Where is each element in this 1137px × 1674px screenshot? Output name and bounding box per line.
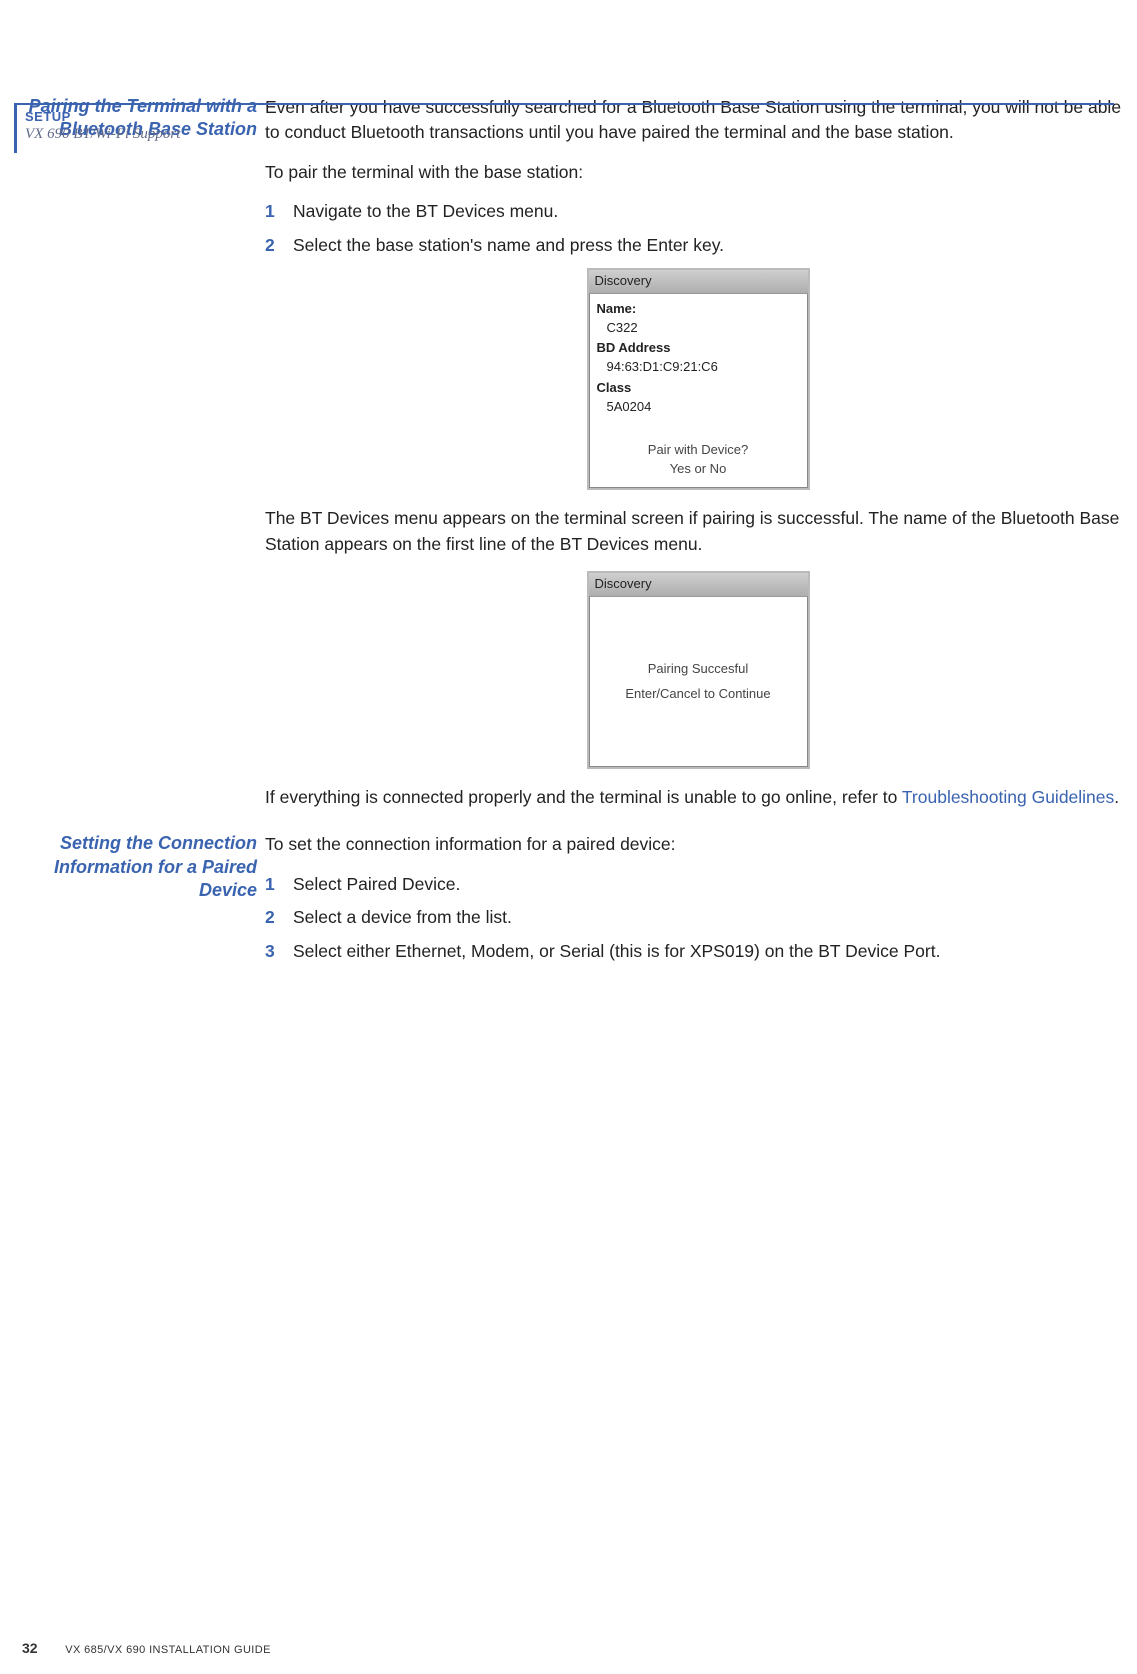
- step-item: 1 Navigate to the BT Devices menu.: [265, 199, 1131, 224]
- step-item: 1 Select Paired Device.: [265, 872, 1131, 897]
- step-item: 2 Select a device from the list.: [265, 905, 1131, 930]
- paragraph: The BT Devices menu appears on the termi…: [265, 506, 1131, 557]
- value: C322: [597, 319, 800, 338]
- paragraph: To set the connection information for a …: [265, 832, 1131, 857]
- step-item: 2 Select the base station's name and pre…: [265, 233, 1131, 258]
- text: If everything is connected properly and …: [265, 787, 902, 807]
- screenshot-titlebar: Discovery: [589, 270, 808, 294]
- step-number: 2: [265, 905, 293, 930]
- value: 5A0204: [597, 398, 800, 417]
- header-subtitle: VX 690 BT/Wi-Fi Support: [25, 126, 1114, 143]
- prompt-text: Yes or No: [597, 460, 800, 479]
- text: NSTALLATION: [153, 1644, 234, 1656]
- step-text: Select a device from the list.: [293, 905, 1131, 930]
- page-number: 32: [22, 1640, 38, 1656]
- step-number: 3: [265, 939, 293, 964]
- page-header: SETUP VX 690 BT/Wi-Fi Support: [14, 103, 1114, 153]
- text: UIDE: [243, 1644, 271, 1656]
- paragraph: To pair the terminal with the base stati…: [265, 160, 1131, 185]
- step-number: 1: [265, 199, 293, 224]
- screenshot-titlebar: Discovery: [589, 573, 808, 597]
- label: Name:: [597, 300, 800, 319]
- guide-title: VX 685/VX 690 INSTALLATION GUIDE: [65, 1644, 271, 1656]
- step-number: 1: [265, 872, 293, 897]
- header-category: SETUP: [25, 109, 1114, 124]
- step-text: Select either Ethernet, Modem, or Serial…: [293, 939, 1131, 964]
- paragraph: If everything is connected properly and …: [265, 785, 1131, 810]
- page-footer: 32 VX 685/VX 690 INSTALLATION GUIDE: [22, 1640, 271, 1656]
- value: 94:63:D1:C9:21:C6: [597, 358, 800, 377]
- message-text: Enter/Cancel to Continue: [625, 685, 770, 704]
- screenshot-discovery-details: Discovery Name: C322 BD Address 94:63:D1…: [587, 268, 810, 491]
- step-text: Select Paired Device.: [293, 872, 1131, 897]
- troubleshooting-link[interactable]: Troubleshooting Guidelines: [902, 787, 1114, 807]
- section-heading-connection-info: Setting the Connection Information for a…: [20, 832, 265, 902]
- text: .: [1114, 787, 1119, 807]
- message-text: Pairing Succesful: [648, 660, 748, 679]
- label: Class: [597, 379, 800, 398]
- label: BD Address: [597, 339, 800, 358]
- prompt-text: Pair with Device?: [597, 441, 800, 460]
- text: G: [234, 1644, 243, 1656]
- step-text: Select the base station's name and press…: [293, 233, 1131, 258]
- step-number: 2: [265, 233, 293, 258]
- step-text: Navigate to the BT Devices menu.: [293, 199, 1131, 224]
- step-item: 3 Select either Ethernet, Modem, or Seri…: [265, 939, 1131, 964]
- text: VX 685/VX 690 I: [65, 1644, 152, 1656]
- screenshot-pairing-success: Discovery Pairing Succesful Enter/Cancel…: [587, 571, 810, 769]
